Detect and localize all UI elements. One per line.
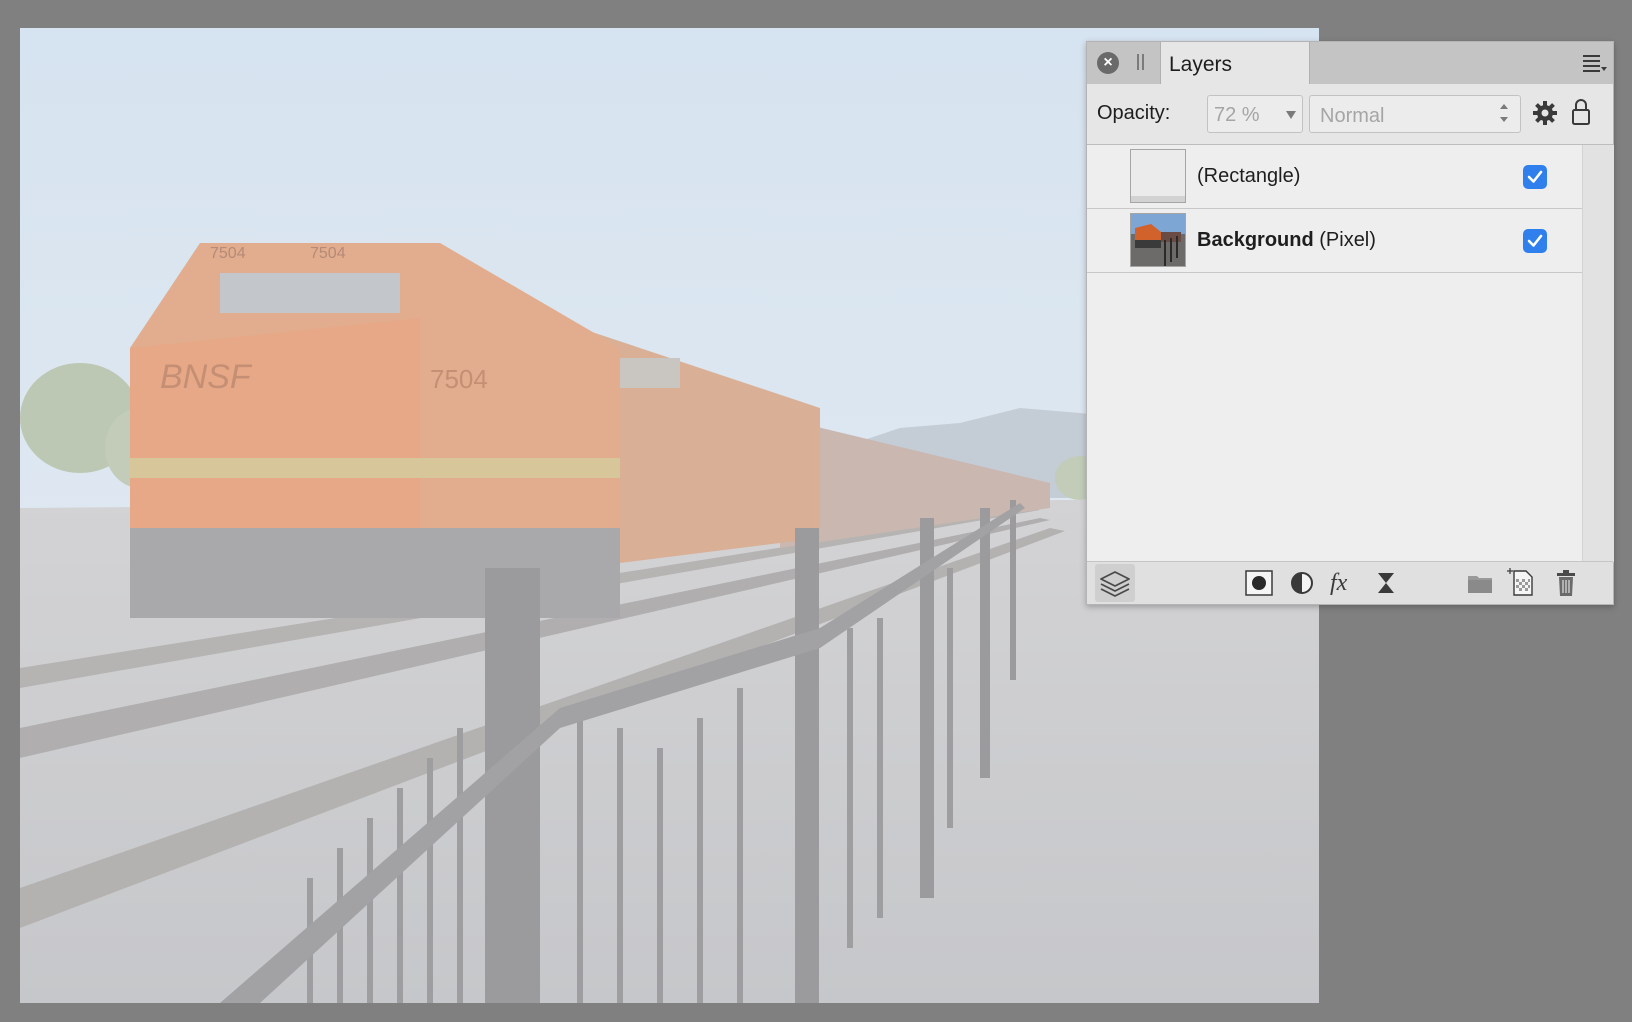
- drag-handle-icon[interactable]: [1136, 54, 1144, 72]
- gear-icon[interactable]: [1532, 100, 1558, 126]
- new-pixel-layer-icon[interactable]: [1507, 568, 1537, 598]
- blend-mode-value: Normal: [1320, 105, 1385, 127]
- stepper-icon: [1500, 102, 1510, 126]
- live-filter-icon[interactable]: [1371, 568, 1401, 598]
- layers-list: (Rectangle) Background (Pixel): [1087, 145, 1582, 562]
- opacity-dropdown[interactable]: 72 %: [1207, 95, 1303, 133]
- lock-icon[interactable]: [1571, 98, 1591, 126]
- panel-menu-icon[interactable]: [1581, 52, 1607, 74]
- layers-icon[interactable]: [1095, 564, 1135, 602]
- layer-row[interactable]: (Rectangle): [1087, 145, 1582, 209]
- layer-name: Background (Pixel): [1197, 229, 1376, 251]
- checkmark-icon: [1527, 234, 1543, 247]
- svg-text:7504: 7504: [310, 245, 346, 262]
- layers-toolbar: Opacity: 72 % Normal: [1087, 84, 1613, 145]
- panel-tab-bar: × Layers: [1087, 42, 1613, 85]
- scrollbar[interactable]: [1582, 145, 1614, 562]
- layer-thumbnail: [1130, 149, 1186, 203]
- checkmark-icon: [1527, 170, 1543, 183]
- close-icon[interactable]: ×: [1097, 52, 1119, 74]
- tab-label: Layers: [1169, 53, 1233, 76]
- adjustment-icon[interactable]: [1287, 568, 1317, 598]
- svg-text:BNSF: BNSF: [160, 358, 253, 396]
- tab-layers[interactable]: Layers: [1160, 42, 1310, 84]
- fx-icon[interactable]: fx: [1329, 568, 1359, 598]
- svg-text:7504: 7504: [430, 364, 488, 394]
- layer-thumbnail: [1130, 213, 1186, 267]
- workspace: 7504 7504 7504 BNSF × Layers Opacity: 72…: [0, 0, 1632, 1022]
- chevron-down-icon: [1286, 111, 1296, 119]
- svg-text:fx: fx: [1330, 570, 1348, 596]
- layers-panel: × Layers Opacity: 72 % Normal (Rectangle…: [1086, 41, 1614, 605]
- layers-bottom-bar: fx: [1087, 561, 1613, 604]
- opacity-value: 72 %: [1214, 104, 1260, 126]
- layer-name: (Rectangle): [1197, 165, 1301, 187]
- opacity-label: Opacity:: [1097, 102, 1171, 124]
- blend-mode-select[interactable]: Normal: [1309, 95, 1521, 133]
- visibility-checkbox[interactable]: [1523, 165, 1547, 189]
- mask-icon[interactable]: [1244, 568, 1274, 598]
- folder-icon[interactable]: [1465, 568, 1495, 598]
- visibility-checkbox[interactable]: [1523, 229, 1547, 253]
- trash-icon[interactable]: [1551, 568, 1581, 598]
- layer-row[interactable]: Background (Pixel): [1087, 209, 1582, 273]
- svg-text:7504: 7504: [210, 245, 246, 262]
